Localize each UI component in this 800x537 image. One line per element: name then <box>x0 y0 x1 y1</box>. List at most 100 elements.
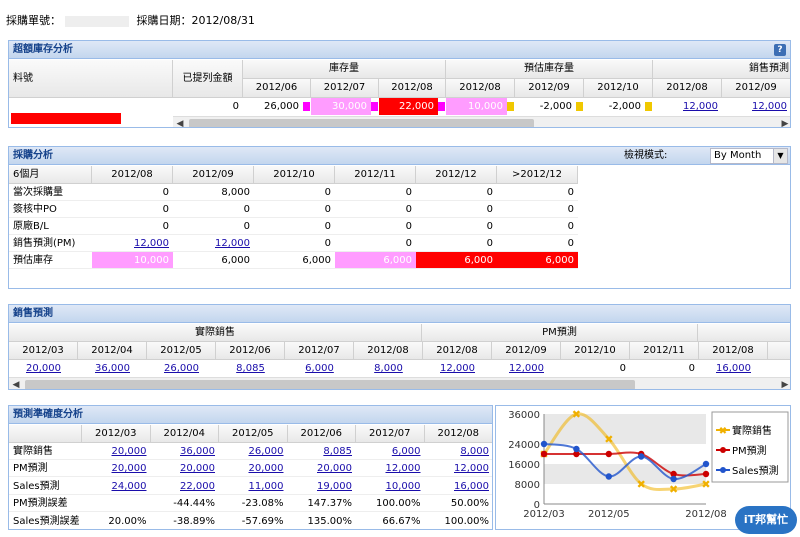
accuracy-link-cell[interactable]: 6,000 <box>356 443 425 460</box>
forecast-month-header[interactable]: 2012/08 <box>354 342 423 360</box>
forecast-value-link[interactable]: 36,000 <box>78 360 147 377</box>
forecast-title: 銷售預測 <box>9 305 790 323</box>
chevron-down-icon[interactable]: ▼ <box>773 149 787 163</box>
accuracy-month-header[interactable]: 2012/08 <box>424 425 492 443</box>
purchase-month-header[interactable]: 2012/09 <box>173 166 254 184</box>
purchase-cell: 0 <box>254 235 335 252</box>
scroll-right-arrow[interactable]: ▶ <box>778 378 790 389</box>
accuracy-link-cell[interactable]: 20,000 <box>219 460 288 478</box>
accuracy-link-cell[interactable]: 8,000 <box>424 443 492 460</box>
accuracy-link-cell[interactable]: 12,000 <box>356 460 425 478</box>
forecast-value-link[interactable]: 20,000 <box>9 360 78 377</box>
forecast-value-link[interactable]: 12,000 <box>423 360 492 377</box>
sales-value-link[interactable]: 12,000 <box>722 98 790 115</box>
forecast-h-scrollbar[interactable]: ◀ ▶ <box>9 377 790 389</box>
col-head[interactable]: 6個月 <box>9 166 92 184</box>
accuracy-row-label: PM預測 <box>9 460 82 478</box>
forecast-value: 0 <box>619 363 626 374</box>
part-number-masked[interactable] <box>11 113 121 124</box>
col-listed-header[interactable]: 已提列金額 <box>173 60 243 98</box>
purchase-month-header[interactable]: 2012/08 <box>92 166 173 184</box>
legend-label: PM預測 <box>732 444 767 457</box>
stock-month-header[interactable]: 2012/06 <box>243 79 311 98</box>
scroll-thumb[interactable] <box>189 119 534 127</box>
date-label: 採購日期： <box>136 14 192 27</box>
accuracy-month-header[interactable]: 2012/04 <box>150 425 219 443</box>
est-month-header[interactable]: 2012/08 <box>446 79 515 98</box>
accuracy-link-cell[interactable]: 8,085 <box>287 443 356 460</box>
accuracy-month-header[interactable]: 2012/03 <box>82 425 151 443</box>
scroll-thumb[interactable] <box>25 380 635 389</box>
legend-label: 實際銷售 <box>732 424 772 437</box>
accuracy-month-header[interactable]: 2012/06 <box>287 425 356 443</box>
sales-month-header[interactable]: 2012/09 <box>722 79 790 98</box>
purchase-month-header[interactable]: 2012/10 <box>254 166 335 184</box>
accuracy-link-cell[interactable]: 19,000 <box>287 478 356 495</box>
col-part-header[interactable]: 料號 <box>9 60 173 98</box>
forecast-month-header[interactable]: 2012/08 <box>423 342 492 360</box>
forecast-month-header[interactable]: 2012/03 <box>9 342 78 360</box>
purchase-cell: 0 <box>92 184 173 201</box>
forecast-month-header[interactable]: 2012/07 <box>285 342 354 360</box>
accuracy-link-cell[interactable]: 36,000 <box>150 443 219 460</box>
scroll-right-arrow[interactable]: ▶ <box>778 117 790 127</box>
forecast-month-header[interactable]: 2012/11 <box>630 342 699 360</box>
po-label: 採購單號： <box>6 14 61 27</box>
est-month-header[interactable]: 2012/10 <box>584 79 653 98</box>
forecast-value-link[interactable]: 8,000 <box>354 360 423 377</box>
accuracy-link-cell[interactable]: 10,000 <box>356 478 425 495</box>
est-month-header[interactable]: 2012/09 <box>515 79 584 98</box>
accuracy-link-cell[interactable]: 11,000 <box>219 478 288 495</box>
y-tick-label: 8000 <box>515 480 540 491</box>
accuracy-link-cell[interactable]: 22,000 <box>150 478 219 495</box>
forecast-value-link[interactable]: 12,000 <box>492 360 561 377</box>
sales-month-header[interactable]: 2012/08 <box>653 79 722 98</box>
forecast-value-link[interactable]: 8,085 <box>216 360 285 377</box>
stock-month-header[interactable]: 2012/08 <box>379 79 446 98</box>
forecast-value-link[interactable]: 26,000 <box>147 360 216 377</box>
purchase-cell: 0 <box>173 218 254 235</box>
accuracy-link-cell[interactable]: 20,000 <box>150 460 219 478</box>
forecast-month-header[interactable]: 2012/04 <box>78 342 147 360</box>
accuracy-link-cell[interactable]: 20,000 <box>82 443 151 460</box>
help-icon[interactable]: ? <box>774 44 786 56</box>
purchase-month-header[interactable]: >2012/12 <box>497 166 578 184</box>
scroll-left-arrow[interactable]: ◀ <box>9 378 23 389</box>
stock-value: 30,000 <box>311 98 371 115</box>
scroll-left-arrow[interactable]: ◀ <box>173 117 187 127</box>
accuracy-link-cell[interactable]: 20,000 <box>82 460 151 478</box>
purchase-month-header[interactable]: 2012/11 <box>335 166 416 184</box>
stock-month-header[interactable]: 2012/07 <box>311 79 379 98</box>
view-mode-select[interactable]: By Month ▼ <box>710 148 788 164</box>
forecast-month-header[interactable]: 2012/06 <box>216 342 285 360</box>
forecast-month-header[interactable]: 2012/10 <box>561 342 630 360</box>
forecast-value-link[interactable]: 16,000 <box>699 360 768 377</box>
accuracy-link-cell[interactable]: 16,000 <box>424 478 492 495</box>
accuracy-row-label: PM預測誤差 <box>9 495 82 513</box>
purchase-cell: 0 <box>92 201 173 218</box>
stock-marker <box>303 102 310 111</box>
accuracy-cell: -38.89% <box>150 513 219 529</box>
sales-value-link[interactable]: 12,000 <box>653 98 722 115</box>
forecast-value-link[interactable]: 6,000 <box>285 360 354 377</box>
inventory-h-scrollbar[interactable]: ◀ ▶ <box>173 116 790 127</box>
forecast-month-header[interactable]: 2012/09 <box>492 342 561 360</box>
forecast-month-header[interactable]: 2 <box>768 342 790 360</box>
purchase-month-header[interactable]: 2012/12 <box>416 166 497 184</box>
accuracy-month-header[interactable]: 2012/05 <box>219 425 288 443</box>
accuracy-cell: 50.00% <box>424 495 492 513</box>
accuracy-month-header[interactable]: 2012/07 <box>356 425 425 443</box>
purchase-link-cell[interactable]: 12,000 <box>173 235 254 252</box>
group-est-header: 預估庫存量 <box>446 60 653 79</box>
accuracy-link-cell[interactable]: 26,000 <box>219 443 288 460</box>
accuracy-title: 預測準確度分析 <box>9 406 492 424</box>
accuracy-cell <box>82 495 151 513</box>
forecast-month-header[interactable]: 2012/05 <box>147 342 216 360</box>
accuracy-link-cell[interactable]: 24,000 <box>82 478 151 495</box>
actual-point-marker: ✖ <box>701 478 710 491</box>
accuracy-link-cell[interactable]: 20,000 <box>287 460 356 478</box>
forecast-month-header[interactable]: 2012/08 <box>699 342 768 360</box>
accuracy-cell: 135.00% <box>287 513 356 529</box>
accuracy-link-cell[interactable]: 12,000 <box>424 460 492 478</box>
purchase-link-cell[interactable]: 12,000 <box>92 235 173 252</box>
